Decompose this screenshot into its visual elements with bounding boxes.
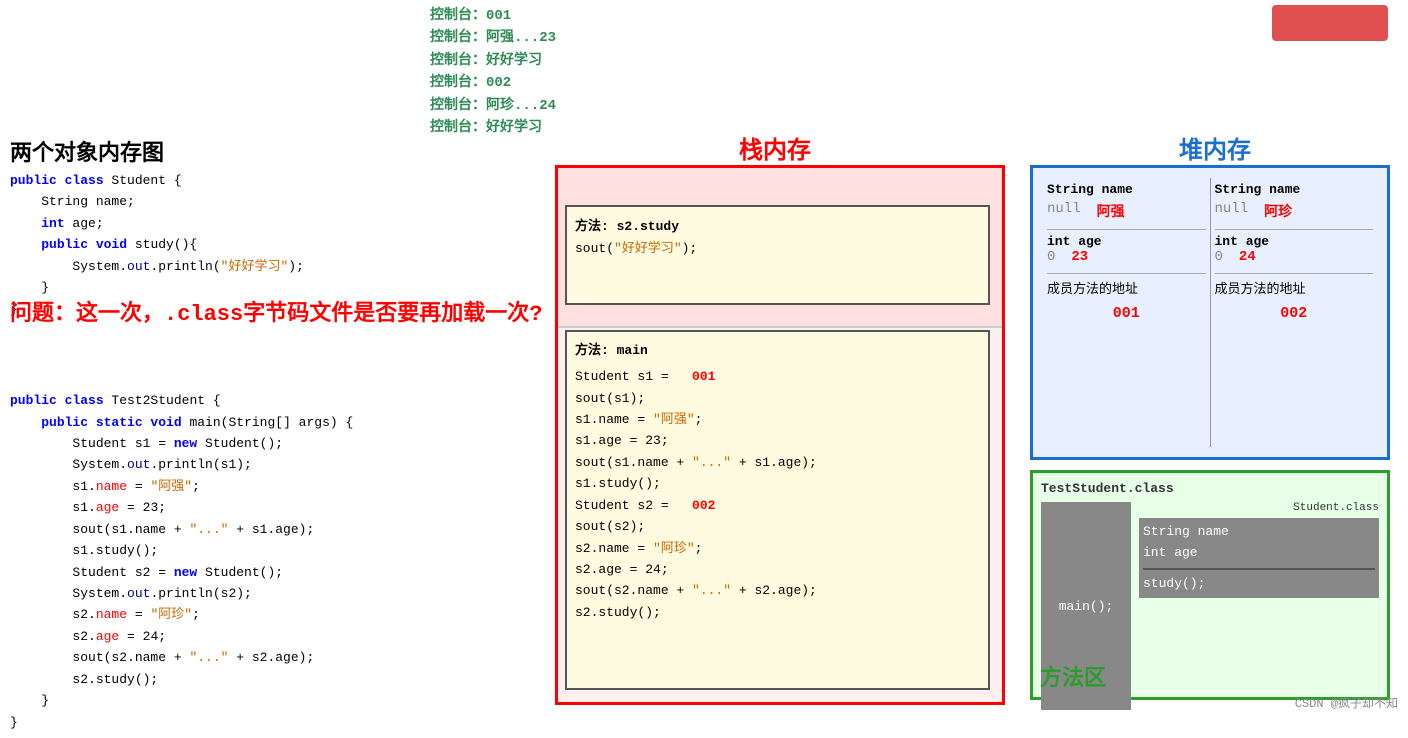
heap-obj2: String name null 阿珍 int age 0 24 成员方法的地址… [1211, 178, 1378, 447]
csdn-label: CSDN @疯子却不知 [1295, 694, 1398, 711]
console-line-2: 控制台：阿强...23 [430, 27, 730, 49]
stack-main-box: 方法: main Student s1 = 001 sout(s1); s1.n… [565, 330, 990, 690]
student-class-column: Student.class String name int age study(… [1139, 502, 1379, 710]
top-right-button[interactable] [1272, 5, 1388, 41]
console-line-4: 控制台：002 [430, 72, 730, 94]
console-line-3: 控制台：好好学习 [430, 50, 730, 72]
method-area-label: 方法区 [1040, 660, 1106, 692]
heap-title: 堆内存 [1050, 130, 1380, 166]
console-output: 控制台：001 控制台：阿强...23 控制台：好好学习 控制台：002 控制台… [420, 0, 740, 144]
heap-container: String name null 阿强 int age 0 23 成员方法的地址… [1030, 165, 1390, 460]
heap-obj1: String name null 阿强 int age 0 23 成员方法的地址… [1043, 178, 1210, 447]
question-banner: 问题：这一次，.class字节码文件是否要再加载一次? [0, 290, 1000, 332]
student-class-content: String name int age study(); [1139, 518, 1379, 598]
stack-title: 栈内存 [600, 130, 950, 166]
section-left-title: 两个对象内存图 [10, 135, 164, 167]
console-line-5: 控制台：阿珍...24 [430, 95, 730, 117]
console-line-1: 控制台：001 [430, 5, 730, 27]
code-area-left: public class Student { String name; int … [0, 165, 545, 738]
